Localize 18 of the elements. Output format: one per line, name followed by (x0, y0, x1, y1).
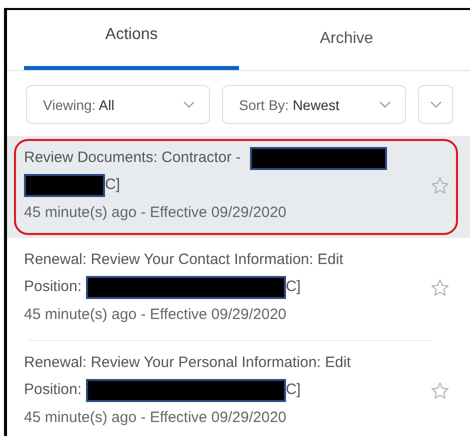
action-item[interactable]: Review Documents: Contractor - C] 45 minute(s) ago - Effective 09/29/2020 (7, 136, 470, 238)
chevron-down-icon (183, 101, 195, 108)
item-title: Review Documents: Contractor - C] (24, 144, 430, 198)
chevron-down-icon (430, 101, 442, 108)
item-meta: 45 minute(s) ago - Effective 09/29/2020 (24, 305, 288, 325)
item-meta: 45 minute(s) ago - Effective 09/29/2020 (24, 203, 288, 223)
item-title: Renewal: Review Your Personal Information: Edit Position: C] (24, 349, 430, 403)
item-meta: 45 minute(s) ago - Effective 09/29/2020 (24, 408, 288, 428)
star-icon[interactable] (430, 278, 450, 298)
filter-dropdown[interactable]: Viewing: All (26, 85, 210, 124)
tab[interactable]: Archive (239, 10, 454, 70)
tab[interactable]: Actions (24, 10, 239, 70)
more-dropdown[interactable] (418, 85, 453, 124)
star-icon[interactable] (430, 381, 450, 401)
filter-dropdown[interactable]: Sort By: Newest (222, 85, 406, 124)
item-title: Renewal: Review Your Contact Information: Edit Position: C] (24, 246, 430, 300)
star-icon[interactable] (430, 176, 450, 196)
chevron-down-icon (379, 101, 391, 108)
